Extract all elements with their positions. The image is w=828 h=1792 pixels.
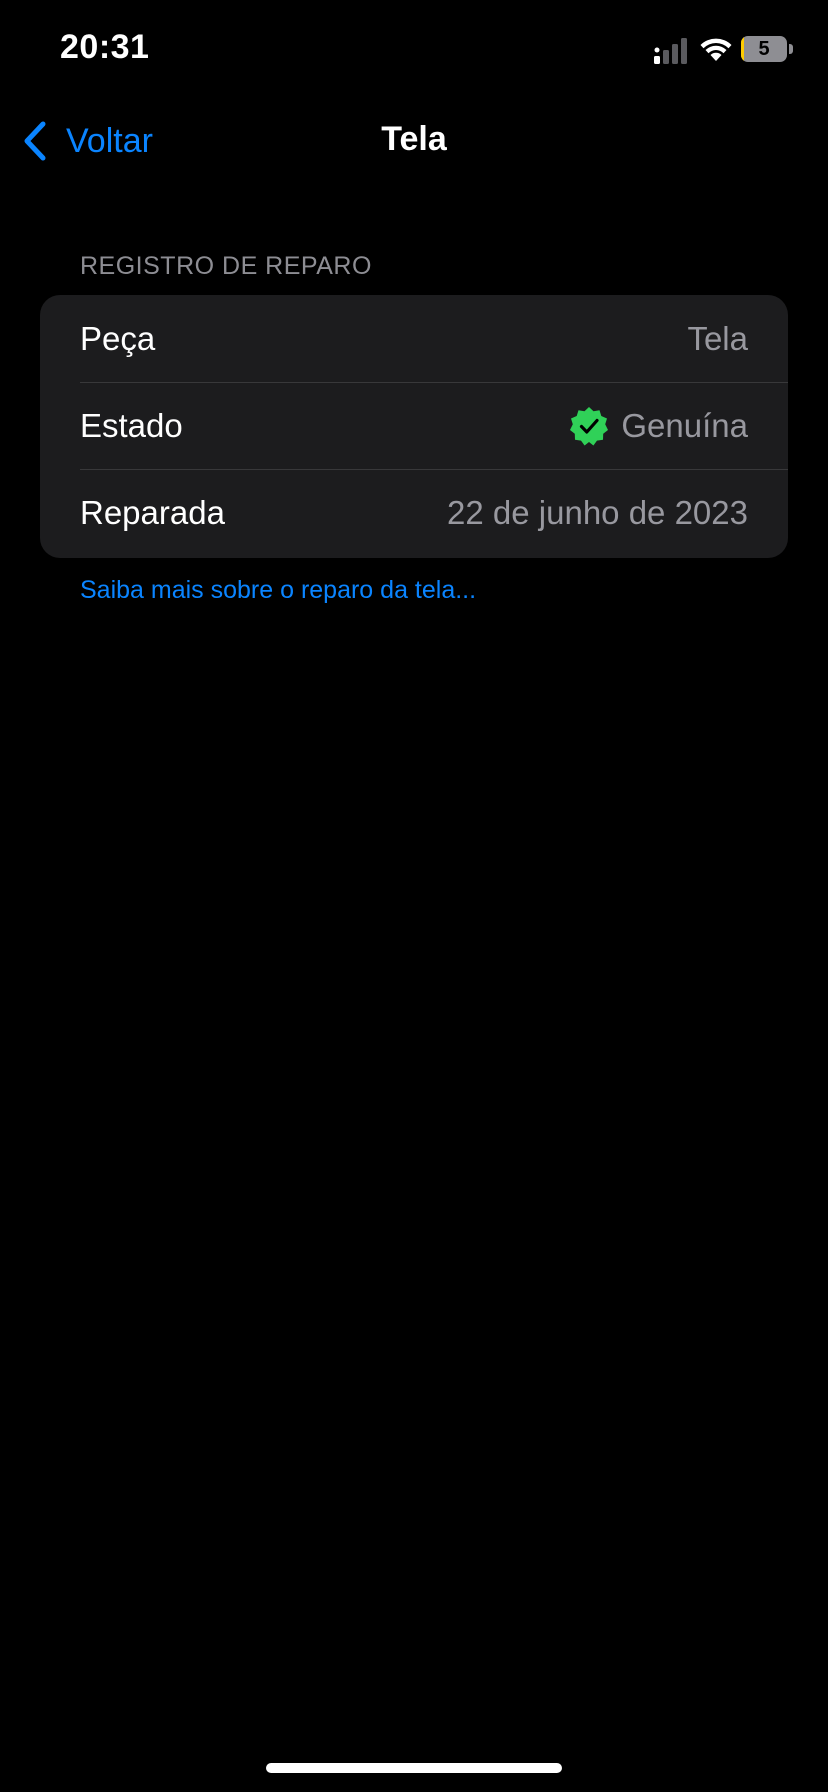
row-label: Estado	[80, 406, 183, 444]
list-row-repaired: Reparada 22 de junho de 2023	[40, 469, 788, 556]
home-indicator[interactable]	[266, 1763, 562, 1773]
row-value: Tela	[687, 319, 748, 357]
battery-body: 5	[741, 36, 787, 62]
battery-icon: 5	[741, 36, 793, 62]
row-value-status: Genuína	[569, 406, 748, 446]
page-title: Tela	[381, 120, 447, 158]
row-value: 22 de junho de 2023	[447, 493, 748, 531]
status-time: 20:31	[60, 28, 150, 66]
repair-record-card: Peça Tela Estado Genuína Reparada 22 de …	[40, 295, 788, 558]
list-row-status: Estado Genuína	[40, 382, 788, 469]
battery-level: 5	[758, 38, 770, 60]
row-label: Peça	[80, 319, 156, 357]
learn-more-link[interactable]: Saiba mais sobre o reparo da tela...	[80, 576, 476, 605]
verified-badge-icon	[570, 406, 609, 445]
list-row-part: Peça Tela	[40, 295, 788, 382]
wifi-icon	[700, 38, 732, 61]
status-bar: 20:31 5	[0, 0, 828, 100]
status-value: Genuína	[621, 406, 748, 444]
section-header: REGISTRO DE REPARO	[80, 252, 372, 280]
row-label: Reparada	[80, 493, 225, 531]
battery-cap	[789, 44, 793, 54]
cellular-signal-icon	[654, 38, 687, 64]
navigation-bar: Voltar Tela	[0, 100, 828, 180]
